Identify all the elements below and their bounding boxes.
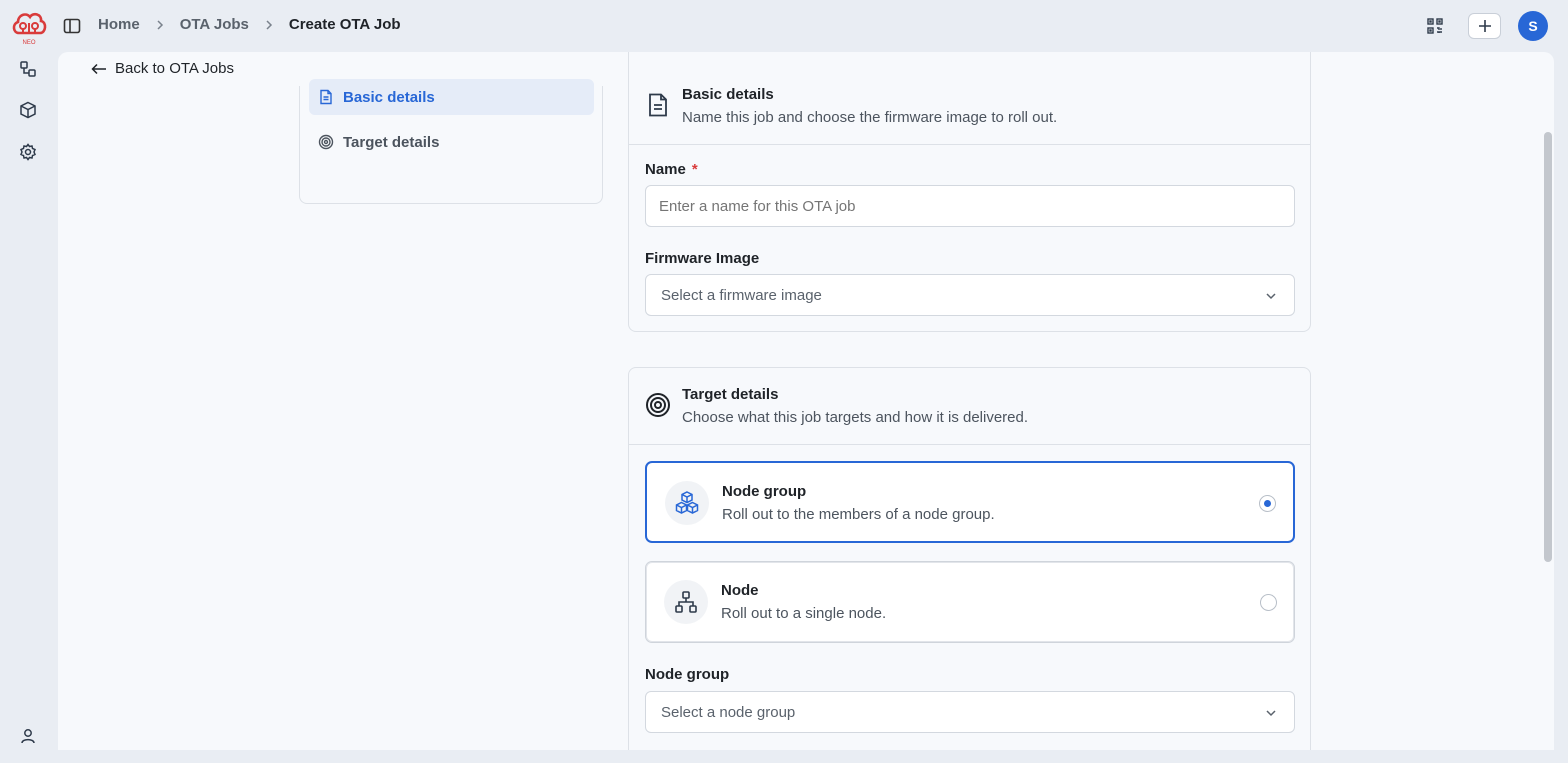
required-mark: * xyxy=(691,161,698,178)
node-group-placeholder: Select a node group xyxy=(661,703,796,721)
breadcrumb-ota-jobs[interactable]: OTA Jobs xyxy=(180,16,249,33)
settings-icon[interactable] xyxy=(19,143,37,161)
option-description: Roll out to the members of a node group. xyxy=(722,506,995,523)
cloud-logo-icon[interactable]: NEO xyxy=(9,6,49,46)
name-input[interactable] xyxy=(645,185,1295,227)
target-details-card: Target details Choose what this job targ… xyxy=(628,367,1311,750)
target-option-node-group[interactable]: Node group Roll out to the members of a … xyxy=(645,461,1295,543)
qr-code-icon[interactable] xyxy=(1426,17,1444,35)
top-bar: NEO Home OTA Jobs Create OTA Job S xyxy=(0,0,1568,52)
target-icon xyxy=(318,134,334,150)
avatar[interactable]: S xyxy=(1518,11,1548,41)
chevron-right-icon xyxy=(153,18,167,32)
breadcrumb: Home OTA Jobs Create OTA Job xyxy=(98,16,401,33)
radio-selected[interactable] xyxy=(1259,495,1276,512)
node-group-label: Node group xyxy=(645,666,730,683)
card-header: Target details Choose what this job targ… xyxy=(629,368,1310,445)
package-icon[interactable] xyxy=(19,101,37,119)
chevron-down-icon xyxy=(1266,293,1276,300)
option-description: Roll out to a single node. xyxy=(721,605,887,622)
radio-unselected[interactable] xyxy=(1260,594,1277,611)
nav-target-details[interactable]: Target details xyxy=(309,124,594,160)
add-button[interactable] xyxy=(1468,13,1501,39)
card-title: Target details xyxy=(682,386,779,403)
chevron-right-icon xyxy=(262,18,276,32)
nav-label: Basic details xyxy=(343,88,435,106)
firmware-image-placeholder: Select a firmware image xyxy=(661,286,822,304)
top-actions: S xyxy=(1426,11,1548,41)
back-link-label: Back to OTA Jobs xyxy=(115,60,234,77)
card-subtitle: Name this job and choose the firmware im… xyxy=(682,109,1058,126)
breadcrumb-current: Create OTA Job xyxy=(288,16,401,33)
card-title: Basic details xyxy=(682,86,774,103)
basic-details-card: Basic details Name this job and choose t… xyxy=(628,52,1311,332)
network-icon xyxy=(664,580,708,624)
plus-icon xyxy=(1478,20,1491,32)
firmware-image-label: Firmware Image xyxy=(645,250,760,267)
user-icon[interactable] xyxy=(19,727,37,745)
nav-basic-details[interactable]: Basic details xyxy=(309,79,594,115)
nodes-icon[interactable] xyxy=(19,60,37,78)
scrollbar[interactable] xyxy=(1544,132,1552,562)
card-subtitle: Choose what this job targets and how it … xyxy=(682,409,1029,426)
sidebar-toggle-icon[interactable] xyxy=(62,16,82,36)
document-icon xyxy=(645,92,671,118)
document-icon xyxy=(320,89,332,105)
boxes-icon xyxy=(665,481,709,525)
main-panel: Back to OTA Jobs Basic details Target de… xyxy=(58,52,1554,750)
back-to-ota-jobs-link[interactable]: Back to OTA Jobs xyxy=(91,60,234,77)
section-nav: Basic details Target details xyxy=(299,79,603,204)
node-group-select[interactable]: Select a node group xyxy=(645,691,1295,733)
option-title: Node group xyxy=(722,483,807,500)
firmware-image-select[interactable]: Select a firmware image xyxy=(645,274,1295,316)
nav-label: Target details xyxy=(343,133,440,151)
target-option-node[interactable]: Node Roll out to a single node. xyxy=(645,561,1295,643)
chevron-down-icon xyxy=(1266,710,1276,717)
arrow-left-icon xyxy=(91,63,106,74)
option-title: Node xyxy=(721,582,759,599)
target-icon xyxy=(645,392,671,418)
breadcrumb-home[interactable]: Home xyxy=(98,16,140,33)
card-header: Basic details Name this job and choose t… xyxy=(629,68,1310,145)
name-label: Name * xyxy=(645,161,698,178)
logo-text: NEO xyxy=(22,40,35,46)
